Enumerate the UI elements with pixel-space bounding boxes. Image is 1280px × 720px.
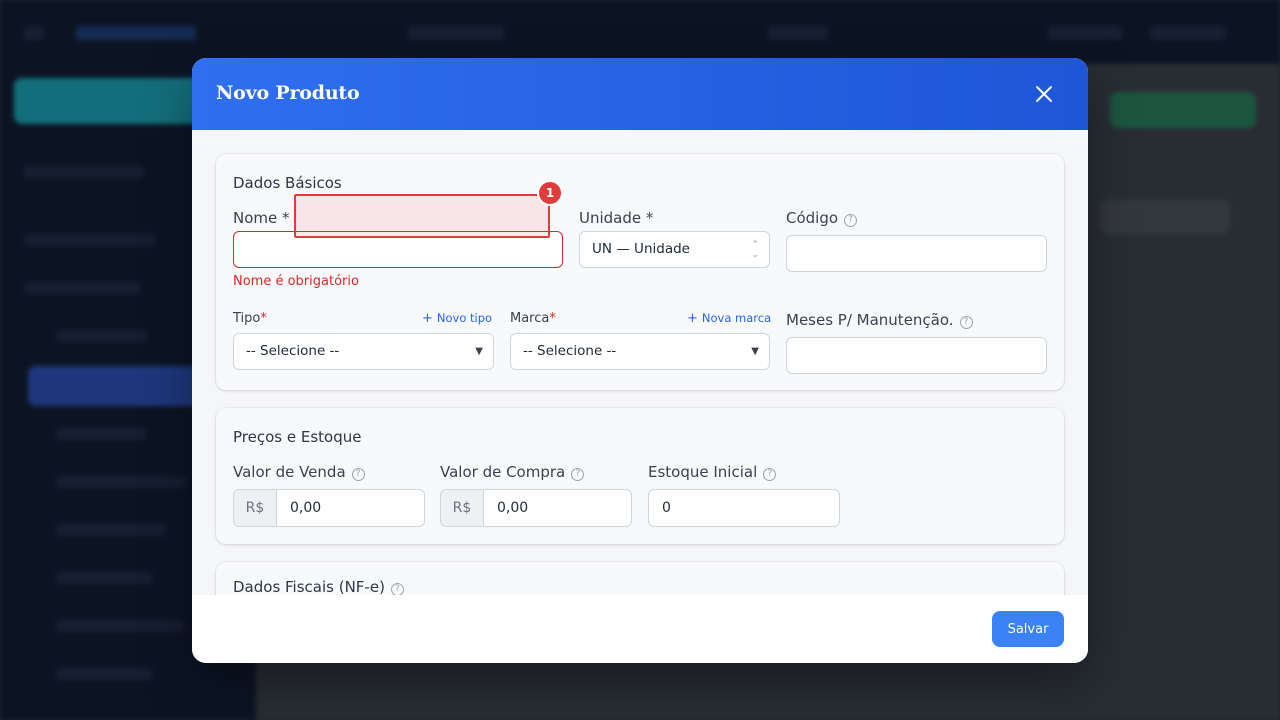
question-circle-icon[interactable]: ? bbox=[351, 468, 365, 481]
sale-price-input[interactable]: R$ 0,00 bbox=[233, 489, 425, 527]
chevron-down-icon: ▼ bbox=[751, 346, 759, 357]
basic-data-title: Dados Básicos bbox=[233, 174, 342, 192]
annotation-badge: 1 bbox=[537, 180, 563, 206]
initial-stock-value: 0 bbox=[662, 500, 671, 516]
modal-title: Novo Produto bbox=[216, 82, 360, 104]
code-label: Código? bbox=[786, 209, 858, 227]
purchase-price-input[interactable]: R$ 0,00 bbox=[440, 489, 632, 527]
unit-select-value: UN — Unidade bbox=[592, 241, 690, 257]
plus-icon: + bbox=[422, 311, 433, 326]
name-label: Nome * bbox=[233, 209, 290, 227]
chevron-down-icon: ▼ bbox=[475, 346, 483, 357]
purchase-price-label: Valor de Compra? bbox=[440, 463, 585, 481]
fiscal-data-title: Dados Fiscais (NF-e)? bbox=[233, 578, 404, 595]
close-button[interactable] bbox=[1030, 80, 1058, 108]
unit-select[interactable]: UN — Unidade ⌃ ⌄ bbox=[579, 231, 770, 268]
new-brand-link[interactable]: + Nova marca bbox=[687, 311, 771, 326]
initial-stock-label: Estoque Inicial? bbox=[648, 463, 777, 481]
currency-prefix: R$ bbox=[234, 490, 277, 526]
code-input[interactable] bbox=[786, 235, 1047, 272]
modal-header: Novo Produto bbox=[192, 58, 1088, 130]
prices-stock-title: Preços e Estoque bbox=[233, 428, 362, 446]
sale-price-label: Valor de Venda? bbox=[233, 463, 365, 481]
type-label: Tipo* bbox=[233, 311, 267, 326]
question-circle-icon[interactable]: ? bbox=[844, 214, 858, 227]
new-product-modal: Novo Produto Dados Básicos Nome * Nome é… bbox=[192, 58, 1088, 663]
brand-select-value: -- Selecione -- bbox=[523, 343, 617, 359]
initial-stock-input[interactable]: 0 bbox=[648, 489, 840, 527]
question-circle-icon[interactable]: ? bbox=[571, 468, 585, 481]
prices-stock-card: Preços e Estoque Valor de Venda? R$ 0,00… bbox=[216, 408, 1064, 544]
unit-label: Unidade * bbox=[579, 209, 654, 227]
modal-footer: Salvar bbox=[192, 595, 1088, 663]
maintenance-months-label: Meses P/ Manutenção.? bbox=[786, 311, 973, 329]
purchase-price-value: 0,00 bbox=[497, 500, 529, 516]
type-select-value: -- Selecione -- bbox=[246, 343, 340, 359]
name-error-message: Nome é obrigatório bbox=[233, 274, 359, 289]
brand-select[interactable]: -- Selecione -- ▼ bbox=[510, 333, 770, 370]
close-icon bbox=[1036, 86, 1052, 102]
sale-price-value: 0,00 bbox=[290, 500, 322, 516]
updown-chevron-icon: ⌃ ⌄ bbox=[751, 240, 759, 260]
brand-label: Marca* bbox=[510, 311, 556, 326]
save-button[interactable]: Salvar bbox=[992, 611, 1064, 647]
question-circle-icon[interactable]: ? bbox=[763, 468, 777, 481]
question-circle-icon[interactable]: ? bbox=[390, 583, 404, 595]
name-input[interactable] bbox=[233, 231, 563, 268]
currency-prefix: R$ bbox=[441, 490, 484, 526]
question-circle-icon[interactable]: ? bbox=[959, 316, 973, 329]
fiscal-data-card: Dados Fiscais (NF-e)? bbox=[216, 562, 1064, 595]
new-type-link[interactable]: + Novo tipo bbox=[422, 311, 492, 326]
required-mark: * bbox=[282, 209, 290, 227]
basic-data-card: Dados Básicos Nome * Nome é obrigatório … bbox=[216, 154, 1064, 390]
maintenance-months-input[interactable] bbox=[786, 337, 1047, 374]
modal-body[interactable]: Dados Básicos Nome * Nome é obrigatório … bbox=[192, 130, 1088, 595]
type-select[interactable]: -- Selecione -- ▼ bbox=[233, 333, 494, 370]
plus-icon: + bbox=[687, 311, 698, 326]
